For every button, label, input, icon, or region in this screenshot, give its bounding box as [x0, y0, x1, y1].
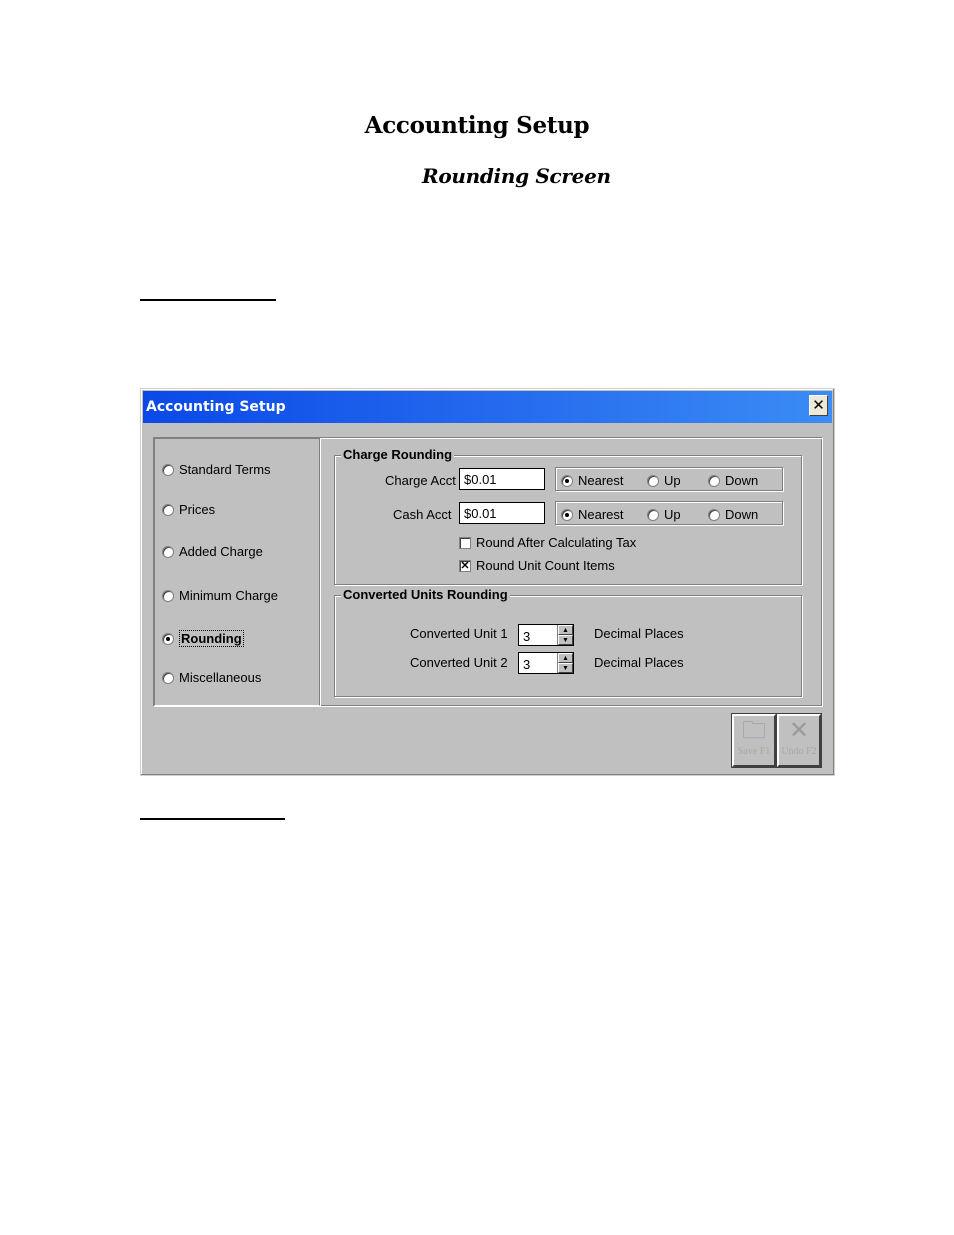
spin-down-icon[interactable]: ▼: [558, 663, 573, 673]
undo-label: Undo F2: [781, 746, 817, 757]
option-label: Nearest: [578, 507, 624, 522]
nav-label: Miscellaneous: [179, 670, 262, 685]
cash-acct-label: Cash Acct: [393, 507, 452, 522]
nav-radio-miscellaneous[interactable]: Miscellaneous: [162, 670, 261, 685]
section-rule: [140, 818, 285, 820]
decimal-places-label: Decimal Places: [594, 655, 684, 670]
converted-units-group: Converted Units Rounding: [334, 587, 802, 697]
option-label: Up: [664, 473, 681, 488]
nav-radio-standard-terms[interactable]: Standard Terms: [162, 462, 271, 477]
nav-radio-prices[interactable]: Prices: [162, 502, 215, 517]
cash-acct-rounding-options: Nearest Up Down: [555, 501, 783, 525]
checkbox-unchecked-icon: [459, 536, 471, 549]
nav-radio-minimum-charge[interactable]: Minimum Charge: [162, 588, 278, 603]
spin-up-icon[interactable]: ▲: [558, 625, 573, 635]
radio-icon: [708, 474, 720, 487]
checkbox-checked-icon: ✕: [459, 559, 471, 572]
option-label: Down: [725, 507, 759, 522]
window-title: Accounting Setup: [146, 399, 286, 415]
radio-icon: [162, 503, 174, 516]
charge-acct-label: Charge Acct: [385, 473, 456, 488]
document-title: Accounting Setup: [364, 112, 590, 139]
charge-acct-rounding-options: Nearest Up Down: [555, 467, 783, 491]
title-bar[interactable]: Accounting Setup ✕: [143, 391, 832, 423]
save-button[interactable]: 🗀 Save F1: [731, 713, 777, 768]
radio-icon: [708, 508, 720, 521]
converted-unit-1-spinner[interactable]: 3 ▲ ▼: [518, 624, 574, 646]
radio-icon: [162, 671, 174, 684]
round-unit-count-checkbox[interactable]: ✕ Round Unit Count Items: [459, 558, 615, 573]
document-subtitle: Rounding Screen: [422, 164, 611, 188]
spinner-value: 3: [523, 657, 531, 672]
converted-unit-1-label: Converted Unit 1: [410, 626, 508, 641]
charge-acct-up-radio[interactable]: Up: [647, 473, 681, 488]
charge-acct-nearest-radio[interactable]: Nearest: [561, 473, 624, 488]
radio-selected-icon: [561, 508, 573, 521]
nav-label: Prices: [179, 502, 216, 517]
option-label: Down: [725, 473, 759, 488]
nav-panel: [154, 438, 320, 706]
checkbox-label: Round After Calculating Tax: [476, 535, 637, 550]
nav-radio-rounding[interactable]: Rounding: [162, 630, 244, 647]
spin-down-icon[interactable]: ▼: [558, 635, 573, 645]
radio-icon: [162, 589, 174, 602]
cash-acct-nearest-radio[interactable]: Nearest: [561, 507, 624, 522]
nav-label: Minimum Charge: [179, 588, 278, 603]
round-after-tax-checkbox[interactable]: Round After Calculating Tax: [459, 535, 636, 550]
undo-x-icon: ✕: [788, 717, 810, 744]
nav-label: Rounding: [179, 630, 244, 647]
save-label: Save F1: [737, 746, 771, 757]
option-label: Up: [664, 507, 681, 522]
radio-icon: [162, 463, 174, 476]
close-icon: ✕: [812, 396, 825, 414]
nav-radio-added-charge[interactable]: Added Charge: [162, 544, 263, 559]
close-button[interactable]: ✕: [809, 395, 828, 416]
cash-acct-input[interactable]: $0.01: [459, 502, 545, 524]
charge-acct-input[interactable]: $0.01: [459, 468, 545, 490]
section-rule: [140, 299, 276, 301]
radio-icon: [162, 545, 174, 558]
group-label: Converted Units Rounding: [341, 587, 510, 602]
radio-selected-icon: [162, 632, 174, 645]
cash-acct-up-radio[interactable]: Up: [647, 507, 681, 522]
option-label: Nearest: [578, 473, 624, 488]
spin-up-icon[interactable]: ▲: [558, 653, 573, 663]
converted-unit-2-label: Converted Unit 2: [410, 655, 508, 670]
spinner-value: 3: [523, 629, 531, 644]
charge-acct-down-radio[interactable]: Down: [708, 473, 758, 488]
checkbox-label: Round Unit Count Items: [476, 558, 615, 573]
converted-unit-2-spinner[interactable]: 3 ▲ ▼: [518, 652, 574, 674]
decimal-places-label: Decimal Places: [594, 626, 684, 641]
accounting-setup-window: Accounting Setup ✕ Standard Terms Prices…: [140, 388, 835, 776]
nav-label: Added Charge: [179, 544, 263, 559]
radio-selected-icon: [561, 474, 573, 487]
group-label: Charge Rounding: [341, 447, 455, 462]
nav-label: Standard Terms: [179, 462, 271, 477]
undo-button[interactable]: ✕ Undo F2: [776, 713, 822, 768]
save-folder-icon: 🗀: [742, 717, 766, 744]
radio-icon: [647, 474, 659, 487]
cash-acct-down-radio[interactable]: Down: [708, 507, 758, 522]
radio-icon: [647, 508, 659, 521]
